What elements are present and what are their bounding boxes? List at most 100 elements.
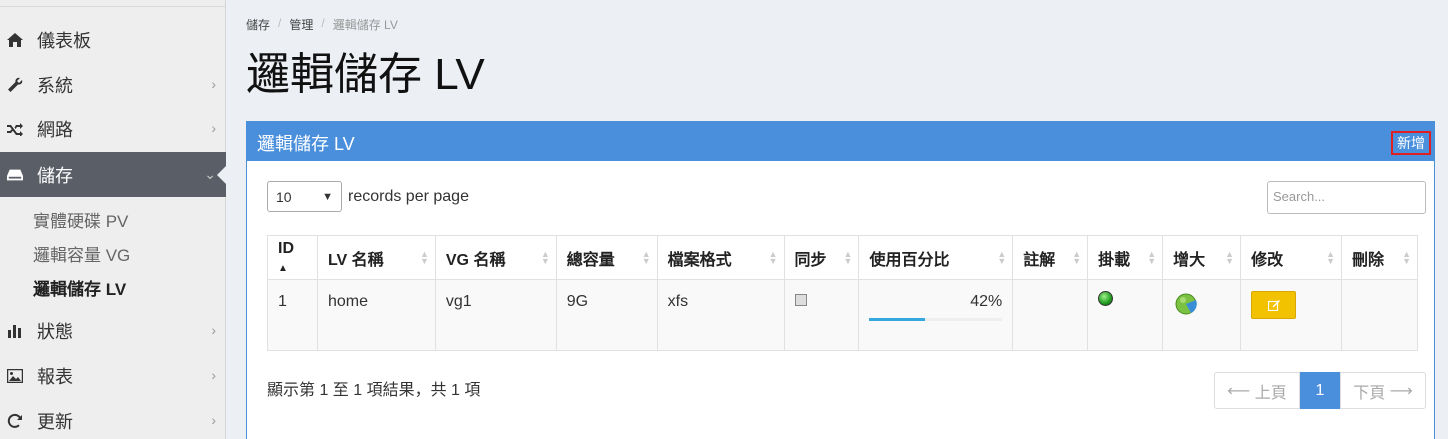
sort-icon: ▲ ▼ <box>641 249 651 266</box>
usage-percent: 42% <box>970 293 1003 310</box>
arrow-right-icon: ⟶ <box>1389 382 1413 400</box>
page-size-value: 10 <box>276 188 292 205</box>
column-header-label: 刪除 <box>1352 251 1385 269</box>
cell-size: 9G <box>555 279 658 351</box>
column-header-size[interactable]: 總容量 ▲ ▼ <box>555 235 658 280</box>
sidebar: 儀表板 系統 › 網路 › 儲存 ⌄ 實體硬碟 PV 邏輯容量 VG 邏輯儲存 … <box>0 0 227 439</box>
refresh-icon <box>7 413 23 429</box>
bar-chart-icon <box>7 323 23 339</box>
column-header-filesystem[interactable]: 檔案格式 ▲ ▼ <box>656 235 785 280</box>
cell-delete <box>1341 279 1418 351</box>
chevron-down-icon: ▼ <box>322 190 333 203</box>
sort-icon: ▲ ▼ <box>768 249 778 266</box>
chevron-right-icon: › <box>211 76 216 92</box>
column-header-mount[interactable]: 掛載 ▲ ▼ <box>1087 235 1164 280</box>
shuffle-icon <box>7 121 23 137</box>
sidebar-subitem-lv[interactable]: 邏輯儲存 LV <box>33 275 126 300</box>
edit-icon <box>1267 300 1280 311</box>
extend-pie-icon[interactable] <box>1173 292 1201 316</box>
sidebar-top-divider <box>0 0 225 7</box>
sort-icon: ▲ ▼ <box>1326 249 1335 266</box>
column-header-note[interactable]: 註解 ▲ ▼ <box>1012 235 1089 280</box>
main-content: 儲存 / 管理 / 邏輯儲存 LV 邏輯儲存 LV 邏輯儲存 LV 新增 10 … <box>226 0 1448 439</box>
column-header-id[interactable]: ID ▲ <box>267 235 318 280</box>
breadcrumb-item[interactable]: 儲存 <box>246 16 270 33</box>
sidebar-subitem-vg[interactable]: 邏輯容量 VG <box>33 241 130 266</box>
column-header-vg-name[interactable]: VG 名稱 ▲ ▼ <box>434 235 557 280</box>
sort-icon: ▲ ▼ <box>1402 249 1411 266</box>
column-header-lv-name[interactable]: LV 名稱 ▲ ▼ <box>316 235 436 280</box>
next-page-label: 下頁 <box>1353 384 1386 402</box>
next-page-button[interactable]: 下頁 ⟶ <box>1340 372 1426 409</box>
column-header-edit[interactable]: 修改 ▲ ▼ <box>1240 235 1342 280</box>
cell-lv-name: home <box>316 279 436 351</box>
column-header-label: 掛載 <box>1098 251 1131 269</box>
column-header-label: 檔案格式 <box>667 251 732 269</box>
column-header-label: VG 名稱 <box>445 251 506 269</box>
usage-progress-fill <box>869 318 926 321</box>
home-icon <box>7 32 23 48</box>
column-header-sync[interactable]: 同步 ▲ ▼ <box>783 235 860 280</box>
breadcrumb-separator: / <box>321 16 325 30</box>
page-number-button[interactable]: 1 <box>1300 372 1340 409</box>
wrench-icon <box>7 77 23 93</box>
column-header-extend[interactable]: 增大 ▲ ▼ <box>1162 235 1242 280</box>
sort-icon: ▲ ▼ <box>1147 249 1157 266</box>
prev-page-label: 上頁 <box>1254 384 1287 402</box>
sidebar-item-dashboard[interactable]: 儀表板 <box>0 17 226 62</box>
page-size-control: 10 ▼ records per page <box>267 181 469 212</box>
sidebar-item-label: 網路 <box>37 119 73 140</box>
breadcrumb-item[interactable]: 管理 <box>289 16 313 33</box>
column-header-label: 註解 <box>1023 251 1056 269</box>
column-header-label: ID <box>278 239 294 257</box>
sidebar-item-label: 更新 <box>37 411 73 432</box>
table-info: 顯示第 1 至 1 項結果，共 1 項 <box>267 382 481 399</box>
sidebar-subitem-pv[interactable]: 實體硬碟 PV <box>33 207 128 232</box>
prev-page-button[interactable]: ⟵ 上頁 <box>1214 372 1300 409</box>
table-row: 1 home vg1 9G xfs 42% <box>267 279 1418 351</box>
cell-usage: 42% <box>858 279 1014 351</box>
sidebar-item-label: 系統 <box>37 75 73 96</box>
column-header-label: 使用百分比 <box>869 251 950 269</box>
column-header-label: LV 名稱 <box>327 251 384 269</box>
breadcrumb: 儲存 / 管理 / 邏輯儲存 LV <box>246 16 398 33</box>
sort-icon: ▲ ▼ <box>843 249 853 266</box>
page-title: 邏輯儲存 LV <box>246 50 485 99</box>
page-size-select[interactable]: 10 ▼ <box>267 181 342 212</box>
sidebar-item-label: 儀表板 <box>37 30 91 51</box>
cell-id: 1 <box>267 279 318 351</box>
mounted-status-icon[interactable] <box>1098 291 1114 306</box>
sync-checkbox[interactable] <box>794 294 807 306</box>
drive-icon <box>7 167 23 183</box>
sidebar-item-label: 報表 <box>37 366 73 387</box>
add-button[interactable]: 新增 <box>1391 131 1431 155</box>
lv-table: ID ▲ LV 名稱 ▲ ▼ VG 名稱 ▲ ▼ 總容量 ▲ ▼ 檔案格式 ▲ ▼ 同步 ▲ ▼ 使… <box>267 235 1418 351</box>
sidebar-item-label: 狀態 <box>37 321 73 342</box>
sort-icon: ▲ ▼ <box>997 249 1007 266</box>
cell-filesystem: xfs <box>656 279 785 351</box>
sidebar-item-system[interactable]: 系統 › <box>0 62 226 107</box>
sidebar-item-storage[interactable]: 儲存 ⌄ <box>0 152 227 197</box>
per-page-label: records per page <box>348 187 469 205</box>
sort-icon: ▲ ▼ <box>540 249 550 266</box>
sidebar-item-reports[interactable]: 報表 › <box>0 353 226 398</box>
arrow-left-icon: ⟵ <box>1227 382 1251 400</box>
sidebar-item-status[interactable]: 狀態 › <box>0 308 226 353</box>
sidebar-item-label: 儲存 <box>37 165 73 186</box>
search-input[interactable]: Search... <box>1267 181 1426 214</box>
column-header-label: 同步 <box>794 251 827 269</box>
sort-asc-icon: ▲ <box>278 262 288 274</box>
edit-button[interactable] <box>1251 291 1297 319</box>
column-header-delete[interactable]: 刪除 ▲ ▼ <box>1341 235 1418 280</box>
cell-sync <box>783 279 860 351</box>
sidebar-item-update[interactable]: 更新 › <box>0 398 226 439</box>
breadcrumb-current: 邏輯儲存 LV <box>332 18 398 32</box>
column-header-label: 總容量 <box>566 251 615 269</box>
usage-progress-bar <box>869 318 1003 321</box>
cell-edit <box>1240 279 1342 351</box>
column-header-usage[interactable]: 使用百分比 ▲ ▼ <box>858 235 1014 280</box>
chevron-right-icon: › <box>211 412 216 428</box>
panel-header: 邏輯儲存 LV 新增 <box>247 122 1434 161</box>
sidebar-item-network[interactable]: 網路 › <box>0 106 226 151</box>
chevron-right-icon: › <box>211 367 216 383</box>
